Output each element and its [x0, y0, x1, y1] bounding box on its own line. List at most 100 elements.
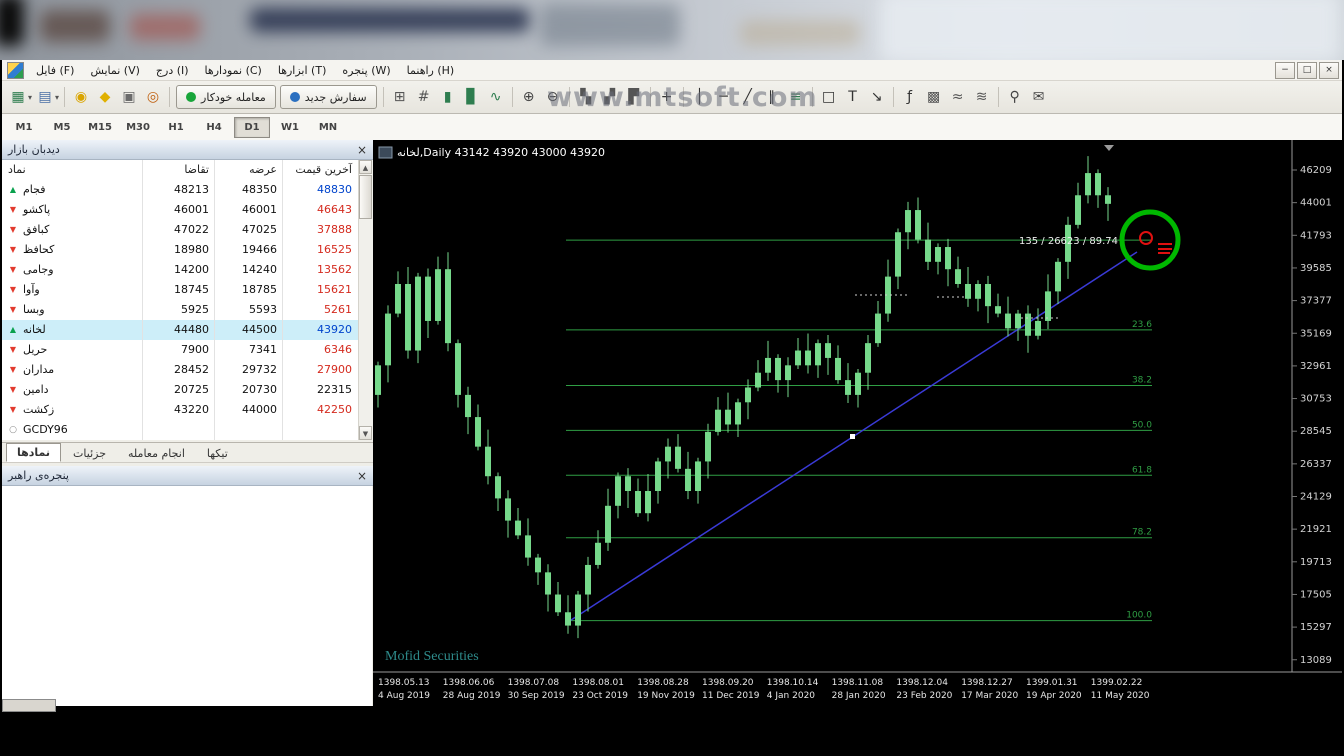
tile-windows-icon[interactable]: ▚	[575, 86, 597, 108]
menu-item-2[interactable]: درج (I)	[148, 62, 197, 79]
market-row-3[interactable]: ▼ کحافظ 18980 19466 16525	[2, 240, 372, 260]
new-order-button[interactable]: سفارش جدید	[279, 85, 377, 109]
market-row-9[interactable]: ▼ مداران 28452 29732 27900	[2, 360, 372, 380]
chart-line-icon[interactable]: ∿	[485, 86, 507, 108]
crosshair-icon[interactable]: +	[656, 86, 678, 108]
candle-body	[635, 491, 641, 514]
search-icon[interactable]: ⚲	[1004, 86, 1026, 108]
objects-grid-icon[interactable]: ▩	[923, 86, 945, 108]
candle-body	[1075, 195, 1081, 225]
menu-item-4[interactable]: ابزارها (T)	[270, 62, 335, 79]
market-watch-tab-1[interactable]: جزئیات	[63, 445, 116, 462]
market-row-8[interactable]: ▼ حریل 7900 7341 6346	[2, 340, 372, 360]
market-watch-scrollbar[interactable]: ▲ ▼	[358, 160, 373, 440]
price-axis-label: 21921	[1300, 524, 1332, 535]
menu-item-3[interactable]: نمودارها (C)	[197, 62, 270, 79]
indicators-icon[interactable]: ƒ	[899, 86, 921, 108]
autotrading-button[interactable]: معامله خودکار	[176, 85, 276, 109]
wave-icon[interactable]: ≈	[947, 86, 969, 108]
bid-cell: 46001	[142, 200, 214, 220]
column-header-bid[interactable]: تقاضا	[142, 160, 214, 180]
timeframe-D1[interactable]: D1	[234, 116, 270, 138]
timeframe-H1[interactable]: H1	[158, 117, 194, 138]
text-label-icon[interactable]: T	[842, 86, 864, 108]
bid-cell: 43220	[142, 400, 214, 420]
toolbox-stub[interactable]	[2, 699, 56, 712]
candle-body	[1045, 291, 1051, 321]
chart-canvas[interactable]: 23.6 38.2 50.0 61.8 78.2 100.0 46209 44001 41793…	[373, 140, 1342, 706]
menu-item-1[interactable]: نمایش (V)	[82, 62, 147, 79]
candle-body	[545, 572, 551, 595]
market-watch-tab-3[interactable]: تیکها	[197, 445, 238, 462]
market-row-12[interactable]: ○ GCDY96	[2, 420, 372, 440]
cascade-windows-icon[interactable]: ▞	[599, 86, 621, 108]
channel-icon[interactable]: ∥	[761, 86, 783, 108]
trendline-handle[interactable]	[850, 434, 855, 439]
timeframe-M15[interactable]: M15	[82, 117, 118, 138]
market-row-2[interactable]: ▼ کبافق 47022 47025 37888	[2, 220, 372, 240]
vertical-line-icon[interactable]: │	[689, 86, 711, 108]
arrow-object-icon[interactable]: ↘	[866, 86, 888, 108]
horizontal-line-icon[interactable]: ─	[713, 86, 735, 108]
video-blur-strip	[0, 0, 1344, 60]
column-header-symbol[interactable]: نماد	[2, 160, 142, 180]
zoom-in-icon[interactable]: ⊕	[518, 86, 540, 108]
arrange-windows-icon[interactable]: ▛	[623, 86, 645, 108]
menu-item-0[interactable]: فایل (F)	[28, 62, 82, 79]
date-label-gregorian: 4 Jan 2020	[767, 691, 815, 701]
fibonacci-icon[interactable]: ≡	[785, 86, 807, 108]
quotes-coin-icon[interactable]: ◉	[70, 86, 92, 108]
timeframe-M1[interactable]: M1	[6, 117, 42, 138]
market-row-5[interactable]: ▼ وآوا 18745 18785 15621	[2, 280, 372, 300]
zoom-out-icon[interactable]: ⊖	[542, 86, 564, 108]
chart-area[interactable]: 23.6 38.2 50.0 61.8 78.2 100.0 46209 44001 41793…	[373, 140, 1342, 706]
column-header-last[interactable]: آخرین قیمت	[282, 160, 358, 180]
navigator-close-icon[interactable]: ×	[357, 470, 367, 482]
market-watch-close-icon[interactable]: ×	[357, 144, 367, 156]
chart-candles-icon[interactable]: ▊	[461, 86, 483, 108]
chat-icon[interactable]: ✉	[1028, 86, 1050, 108]
market-row-6[interactable]: ▼ وبسا 5925 5593 5261	[2, 300, 372, 320]
market-row-0[interactable]: ▲ فجام 48213 48350 48830	[2, 180, 372, 200]
chart-profiles-icon[interactable]: ▤	[34, 86, 56, 108]
column-header-ask[interactable]: عرضه	[214, 160, 282, 180]
fib-end-marker-icon[interactable]	[1139, 231, 1153, 245]
shapes-icon[interactable]: □	[818, 86, 840, 108]
hatch-icon[interactable]: ≋	[971, 86, 993, 108]
timeframe-MN[interactable]: MN	[310, 117, 346, 138]
candle-body	[715, 409, 721, 432]
target-icon[interactable]: ◎	[142, 86, 164, 108]
timeframe-M5[interactable]: M5	[44, 117, 80, 138]
restore-button-icon[interactable]: □	[1297, 62, 1317, 79]
digits-icon[interactable]: #	[413, 86, 435, 108]
menu-item-6[interactable]: راهنما (H)	[399, 62, 463, 79]
candle-body	[895, 232, 901, 277]
timeframe-M30[interactable]: M30	[120, 117, 156, 138]
scroll-up-icon[interactable]: ▲	[359, 160, 372, 174]
market-watch-tab-2[interactable]: انجام معامله	[118, 445, 195, 462]
menu-item-5[interactable]: پنجره (W)	[334, 62, 398, 79]
new-chart-caret-icon[interactable]: ▾	[28, 93, 32, 102]
chart-bars-icon[interactable]: ▮	[437, 86, 459, 108]
trendline-icon[interactable]: ╱	[737, 86, 759, 108]
scroll-thumb[interactable]	[359, 175, 372, 219]
new-chart-icon[interactable]: ▦	[7, 86, 29, 108]
chart-profiles-caret-icon[interactable]: ▾	[55, 93, 59, 102]
minimize-button-icon[interactable]: −	[1275, 62, 1295, 79]
timeframe-H4[interactable]: H4	[196, 117, 232, 138]
grid-icon[interactable]: ⊞	[389, 86, 411, 108]
market-watch-rows: ▲ فجام 48213 48350 48830 ▼ پاکشو 46001 46001 4664…	[2, 180, 372, 440]
ask-cell: 47025	[214, 220, 282, 240]
market-row-10[interactable]: ▼ دامین 20725 20730 22315	[2, 380, 372, 400]
market-row-1[interactable]: ▼ پاکشو 46001 46001 46643	[2, 200, 372, 220]
gold-medal-icon[interactable]: ◆	[94, 86, 116, 108]
market-row-4[interactable]: ▼ وجامی 14200 14240 13562	[2, 260, 372, 280]
market-row-11[interactable]: ▼ زکشت 43220 44000 42250	[2, 400, 372, 420]
print-icon[interactable]: ▣	[118, 86, 140, 108]
market-row-7[interactable]: ▲ لخانه 44480 44500 43920	[2, 320, 372, 340]
timeframe-W1[interactable]: W1	[272, 117, 308, 138]
close-button-icon[interactable]: ×	[1319, 62, 1339, 79]
market-watch-tab-0[interactable]: نمادها	[6, 443, 62, 462]
app-logo-icon[interactable]	[7, 61, 24, 79]
scroll-down-icon[interactable]: ▼	[359, 426, 372, 440]
